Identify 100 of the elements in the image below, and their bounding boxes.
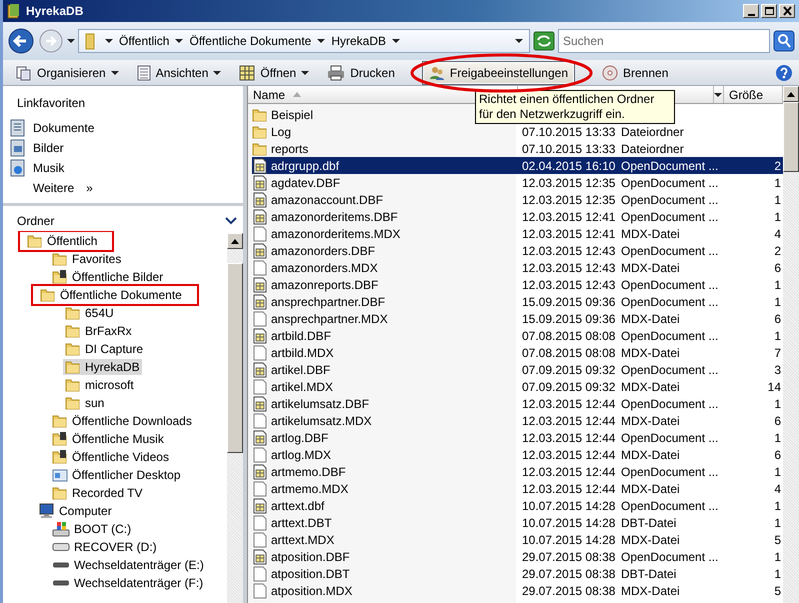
tree-item[interactable]: Öffentliche Bilder	[50, 269, 166, 285]
file-name[interactable]: amazonorders.MDX	[271, 258, 378, 276]
file-name[interactable]: atposition.DBT	[271, 564, 350, 582]
file-date: 12.03.2015 12:44	[522, 430, 616, 444]
file-name[interactable]: amazonaccount.DBF	[271, 190, 384, 208]
file-name[interactable]: arttext.MDX	[271, 530, 334, 548]
folder-icon	[65, 323, 81, 339]
file-name[interactable]: atposition.MDX	[271, 582, 352, 600]
file-name[interactable]: ansprechpartner.MDX	[271, 310, 388, 328]
tree-item[interactable]: RECOVER (D:)	[50, 539, 159, 555]
tree-item[interactable]: microsoft	[63, 377, 136, 393]
scroll-up-icon[interactable]	[231, 238, 239, 244]
file-size: 6	[774, 414, 781, 428]
file-name[interactable]: artlog.MDX	[271, 446, 332, 464]
favorite-link[interactable]: Bilder	[33, 139, 64, 157]
file-name[interactable]: artikel.MDX	[271, 378, 334, 396]
minimize-button[interactable]	[743, 4, 759, 18]
tree-item[interactable]: Wechseldatenträger (F:)	[50, 575, 206, 591]
file-name[interactable]: amazonorderitems.MDX	[271, 224, 400, 242]
breadcrumb[interactable]: Öffentliche Dokumente	[189, 32, 312, 50]
tree-item[interactable]: Öffentliche Musik	[50, 431, 166, 447]
toolbar-button[interactable]: Organisieren	[9, 60, 126, 84]
scrollbar[interactable]	[227, 233, 243, 603]
file-name[interactable]: adrgrupp.dbf	[271, 156, 340, 174]
tree-item[interactable]: DI Capture	[63, 341, 146, 357]
tooltip: Richtet einen öffentlichen Ordner für den Netzwerkzugriff ein.	[475, 90, 675, 124]
file-name[interactable]: amazonorders.DBF	[271, 242, 376, 260]
file-name[interactable]: amazonorderitems.DBF	[271, 208, 398, 226]
spreadsheet-file-icon	[252, 158, 268, 174]
close-button[interactable]	[779, 4, 795, 18]
search-field[interactable]: Suchen	[558, 29, 770, 53]
tree-item[interactable]: BOOT (C:)	[50, 521, 134, 537]
file-name[interactable]: agdatev.DBF	[271, 174, 340, 192]
tree-item[interactable]: Öffentliche Videos	[50, 449, 171, 465]
tree-item[interactable]: Öffentlich	[21, 233, 112, 249]
tree-item[interactable]: Öffentliche Downloads	[50, 413, 194, 429]
file-name[interactable]: artlog.DBF	[271, 428, 328, 446]
folder-icon	[52, 251, 68, 267]
file-name[interactable]: Log	[271, 122, 292, 140]
toolbar-button[interactable]: Öffnen	[232, 60, 316, 84]
file-type: MDX-Datei	[621, 380, 680, 394]
folder-icon	[65, 359, 81, 375]
file-size: 4	[774, 482, 781, 496]
file-name[interactable]: Beispiel	[271, 106, 314, 124]
favorite-link[interactable]: Dokumente	[33, 119, 94, 137]
file-name[interactable]: artmemo.MDX	[271, 480, 348, 498]
file-name[interactable]: artmemo.DBF	[271, 462, 346, 480]
spreadsheet-file-icon	[252, 498, 268, 514]
file-type: MDX-Datei	[621, 226, 680, 240]
toolbar-button[interactable]: Ansichten	[130, 60, 228, 84]
tree-item[interactable]: Recorded TV	[50, 485, 144, 501]
minimize-icon	[748, 14, 754, 16]
tree-item[interactable]: BrFaxRx	[63, 323, 134, 339]
toolbar-button[interactable]: Freigabeeinstellungen	[422, 60, 575, 84]
file-name[interactable]: amazonreports.DBF	[271, 276, 378, 294]
file-name[interactable]: arttext.dbf	[271, 496, 324, 514]
scrollbar-thumb[interactable]	[783, 102, 799, 172]
scrollbar-thumb[interactable]	[227, 263, 243, 453]
address-bar[interactable]: Öffentlich Öffentliche Dokumente HyrekaDB	[78, 29, 530, 53]
file-name[interactable]: ansprechpartner.DBF	[271, 292, 386, 310]
breadcrumb[interactable]: HyrekaDB	[331, 32, 386, 50]
tree-item[interactable]: Computer	[35, 503, 114, 519]
file-name[interactable]: reports	[271, 140, 308, 158]
file-name[interactable]: artikelumsatz.DBF	[271, 394, 370, 412]
tree-item[interactable]: Öffentlicher Desktop	[50, 467, 182, 483]
tree-item[interactable]: sun	[63, 395, 106, 411]
file-size: 4	[774, 226, 781, 240]
toolbar-button[interactable]: Drucken	[320, 60, 402, 84]
scrollbar[interactable]	[783, 86, 799, 603]
file-name[interactable]: artikel.DBF	[271, 360, 330, 378]
breadcrumb[interactable]: Öffentlich	[119, 32, 170, 50]
file-date: 07.08.2015 08:08	[522, 328, 616, 342]
tree-item[interactable]: 654U	[63, 305, 116, 321]
printer-icon	[327, 64, 346, 80]
file-name[interactable]: artbild.DBF	[271, 326, 332, 344]
back-icon	[7, 27, 35, 55]
maximize-button[interactable]	[761, 4, 777, 18]
tree-item[interactable]: HyrekaDB	[63, 359, 142, 375]
toolbar-button[interactable]: Brennen	[595, 60, 676, 84]
file-size: 2	[774, 158, 781, 172]
file-name[interactable]: artikelumsatz.MDX	[271, 412, 372, 430]
file-name[interactable]: artbild.MDX	[271, 344, 334, 362]
column-header[interactable]: Name	[253, 86, 286, 104]
file-name[interactable]: atposition.DBF	[271, 548, 350, 566]
computer-icon	[37, 503, 55, 519]
more-chevron[interactable]: »	[86, 179, 93, 197]
scroll-up-icon[interactable]	[787, 92, 795, 96]
folder-icon	[65, 305, 81, 321]
tree-item[interactable]: Wechseldatenträger (E:)	[50, 557, 206, 573]
selected-row[interactable]: adrgrupp.dbf 02.04.2015 16:10 OpenDocument ... 2	[252, 157, 783, 174]
more-link[interactable]: Weitere	[33, 179, 74, 197]
tree-item[interactable]: Favorites	[50, 251, 124, 267]
file-type: MDX-Datei	[621, 312, 680, 326]
favorite-link[interactable]: Musik	[33, 159, 64, 177]
folder-icon	[27, 233, 43, 249]
tree-item[interactable]: Öffentliche Dokumente	[34, 287, 196, 303]
drive-icon	[52, 521, 70, 537]
folder-icon	[40, 287, 56, 303]
file-date: 07.10.2015 13:33	[522, 142, 616, 156]
file-name[interactable]: arttext.DBT	[271, 514, 332, 532]
